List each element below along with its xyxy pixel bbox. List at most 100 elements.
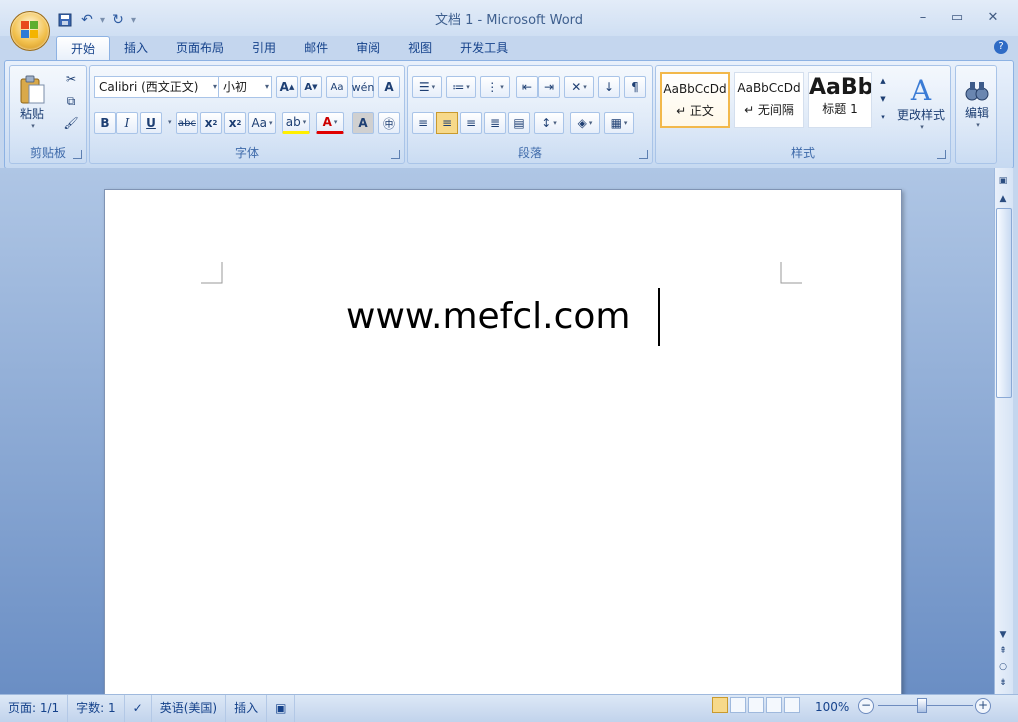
zoom-out-icon[interactable]: − (858, 698, 874, 714)
change-case-button[interactable]: Aa ▾ (248, 112, 276, 134)
tab-mailings[interactable]: 邮件 (290, 36, 342, 60)
copy-icon[interactable]: ⧉ (60, 90, 82, 112)
align-right-icon[interactable]: ≡ (460, 112, 482, 134)
font-size-combo[interactable]: 小初 ▾ (218, 76, 272, 98)
decrease-indent-icon[interactable]: ⇤ (516, 76, 538, 98)
italic-button[interactable]: I (116, 112, 138, 134)
font-name-dropdown-icon[interactable]: ▾ (213, 77, 217, 97)
zoom-in-icon[interactable]: + (975, 698, 991, 714)
redo-icon[interactable]: ↻ (109, 11, 127, 29)
font-launcher-icon[interactable] (391, 150, 400, 159)
full-screen-reading-icon[interactable] (730, 697, 746, 713)
subscript-button[interactable]: x2 (200, 112, 222, 134)
tab-review[interactable]: 审阅 (342, 36, 394, 60)
help-icon[interactable]: ? (994, 40, 1008, 54)
font-size-value: 小初 (223, 80, 248, 94)
minimize-button[interactable]: – (910, 8, 936, 26)
character-shading-icon[interactable]: A (352, 112, 374, 134)
style-heading-1[interactable]: AaBb 标题 1 (808, 72, 872, 128)
scroll-up-icon[interactable]: ▲ (996, 192, 1010, 206)
scroll-down-icon[interactable]: ▼ (996, 628, 1010, 642)
styles-launcher-icon[interactable] (937, 150, 946, 159)
styles-scroll-down-icon[interactable]: ▼ (876, 90, 890, 108)
tab-view[interactable]: 视图 (394, 36, 446, 60)
tab-home[interactable]: 开始 (56, 36, 111, 62)
print-layout-icon[interactable] (712, 697, 728, 713)
align-left-icon[interactable]: ≡ (412, 112, 434, 134)
style-no-spacing[interactable]: AaBbCcDd ↵ 无间隔 (734, 72, 804, 128)
editing-group: 编辑 ▾ (955, 65, 997, 164)
font-name-combo[interactable]: Calibri (西文正文) ▾ (94, 76, 220, 98)
show-marks-icon[interactable]: ¶ (624, 76, 646, 98)
quick-access-toolbar: ↶ ▾ ↻ ▾ (56, 9, 136, 31)
ruler-toggle-icon[interactable]: ▣ (996, 174, 1010, 188)
save-icon[interactable] (56, 11, 74, 29)
shrink-font-icon[interactable]: A ▼ (300, 76, 322, 98)
font-size-dropdown-icon[interactable]: ▾ (265, 77, 269, 97)
zoom-slider-thumb[interactable] (917, 698, 927, 713)
editing-label: 编辑 (964, 105, 989, 120)
office-button[interactable] (10, 11, 50, 51)
editing-button[interactable]: 编辑 ▾ (958, 68, 996, 138)
multilevel-list-icon[interactable]: ⋮ ▾ (480, 76, 510, 98)
borders-icon[interactable]: ▦ ▾ (604, 112, 634, 134)
superscript-button[interactable]: x2 (224, 112, 246, 134)
qat-customize-icon[interactable]: ▾ (131, 15, 136, 26)
word-count[interactable]: 字数: 1 (68, 695, 125, 722)
tab-page-layout[interactable]: 页面布局 (162, 36, 238, 60)
clipboard-launcher-icon[interactable] (73, 150, 82, 159)
macro-record-icon[interactable]: ▣ (267, 695, 296, 722)
web-layout-icon[interactable] (748, 697, 764, 713)
bullets-icon[interactable]: ☰ ▾ (412, 76, 442, 98)
close-button[interactable]: ✕ (980, 8, 1006, 26)
clear-formatting-icon[interactable]: Aa (326, 76, 348, 98)
undo-icon[interactable]: ↶ (78, 11, 96, 29)
distributed-icon[interactable]: ▤ (508, 112, 530, 134)
grow-font-icon[interactable]: A ▲ (276, 76, 298, 98)
align-center-icon[interactable]: ≡ (436, 112, 458, 134)
phonetic-guide-icon[interactable]: wén (352, 76, 374, 98)
styles-more-icon[interactable]: ▾ (876, 108, 890, 126)
font-color-icon[interactable]: A ▾ (316, 112, 344, 134)
styles-scroll-up-icon[interactable]: ▲ (876, 72, 890, 90)
change-styles-button[interactable]: A 更改样式 ▾ (892, 68, 950, 138)
enclose-characters-icon[interactable]: ㊥ (378, 112, 400, 134)
cut-icon[interactable]: ✂ (60, 68, 82, 90)
document-text[interactable]: www.mefcl.com (346, 296, 630, 337)
shading-icon[interactable]: ◈ ▾ (570, 112, 600, 134)
previous-page-icon[interactable]: ⇞ (996, 644, 1010, 658)
language-indicator[interactable]: 英语(美国) (152, 695, 227, 722)
bold-button[interactable]: B (94, 112, 116, 134)
maximize-button[interactable]: ▭ (944, 8, 970, 26)
browse-object-icon[interactable]: ○ (996, 660, 1010, 674)
tab-references[interactable]: 引用 (238, 36, 290, 60)
undo-dropdown-icon[interactable]: ▾ (100, 15, 105, 26)
draft-icon[interactable] (784, 697, 800, 713)
chinese-layout-icon[interactable]: ✕ ▾ (564, 76, 594, 98)
character-border-icon[interactable]: A (378, 76, 400, 98)
page-count[interactable]: 页面: 1/1 (0, 695, 69, 722)
highlight-color-icon[interactable]: ab ▾ (282, 112, 310, 134)
document-page[interactable]: www.mefcl.com (104, 189, 902, 701)
line-spacing-icon[interactable]: ↕ ▾ (534, 112, 564, 134)
paragraph-launcher-icon[interactable] (639, 150, 648, 159)
outline-icon[interactable] (766, 697, 782, 713)
next-page-icon[interactable]: ⇟ (996, 676, 1010, 690)
proofing-icon[interactable]: ✓ (125, 695, 152, 722)
tab-developer[interactable]: 开发工具 (446, 36, 522, 60)
ribbon-tabs: 开始 插入 页面布局 引用 邮件 审阅 视图 开发工具 (56, 36, 522, 62)
underline-dropdown-icon[interactable]: ▾ (168, 118, 172, 126)
strikethrough-button[interactable]: abc (176, 112, 198, 134)
justify-icon[interactable]: ≣ (484, 112, 506, 134)
scroll-thumb[interactable] (996, 208, 1012, 398)
increase-indent-icon[interactable]: ⇥ (538, 76, 560, 98)
insert-mode[interactable]: 插入 (226, 695, 268, 722)
sort-icon[interactable]: ↓ (598, 76, 620, 98)
tab-insert[interactable]: 插入 (110, 36, 162, 60)
format-painter-icon[interactable]: 🖌 (60, 112, 82, 134)
numbering-icon[interactable]: ≔ ▾ (446, 76, 476, 98)
zoom-level[interactable]: 100% (815, 694, 849, 721)
paste-button[interactable]: 粘贴 ▾ (14, 70, 50, 134)
style-normal[interactable]: AaBbCcDd ↵ 正文 (660, 72, 730, 128)
underline-button[interactable]: U (140, 112, 162, 134)
